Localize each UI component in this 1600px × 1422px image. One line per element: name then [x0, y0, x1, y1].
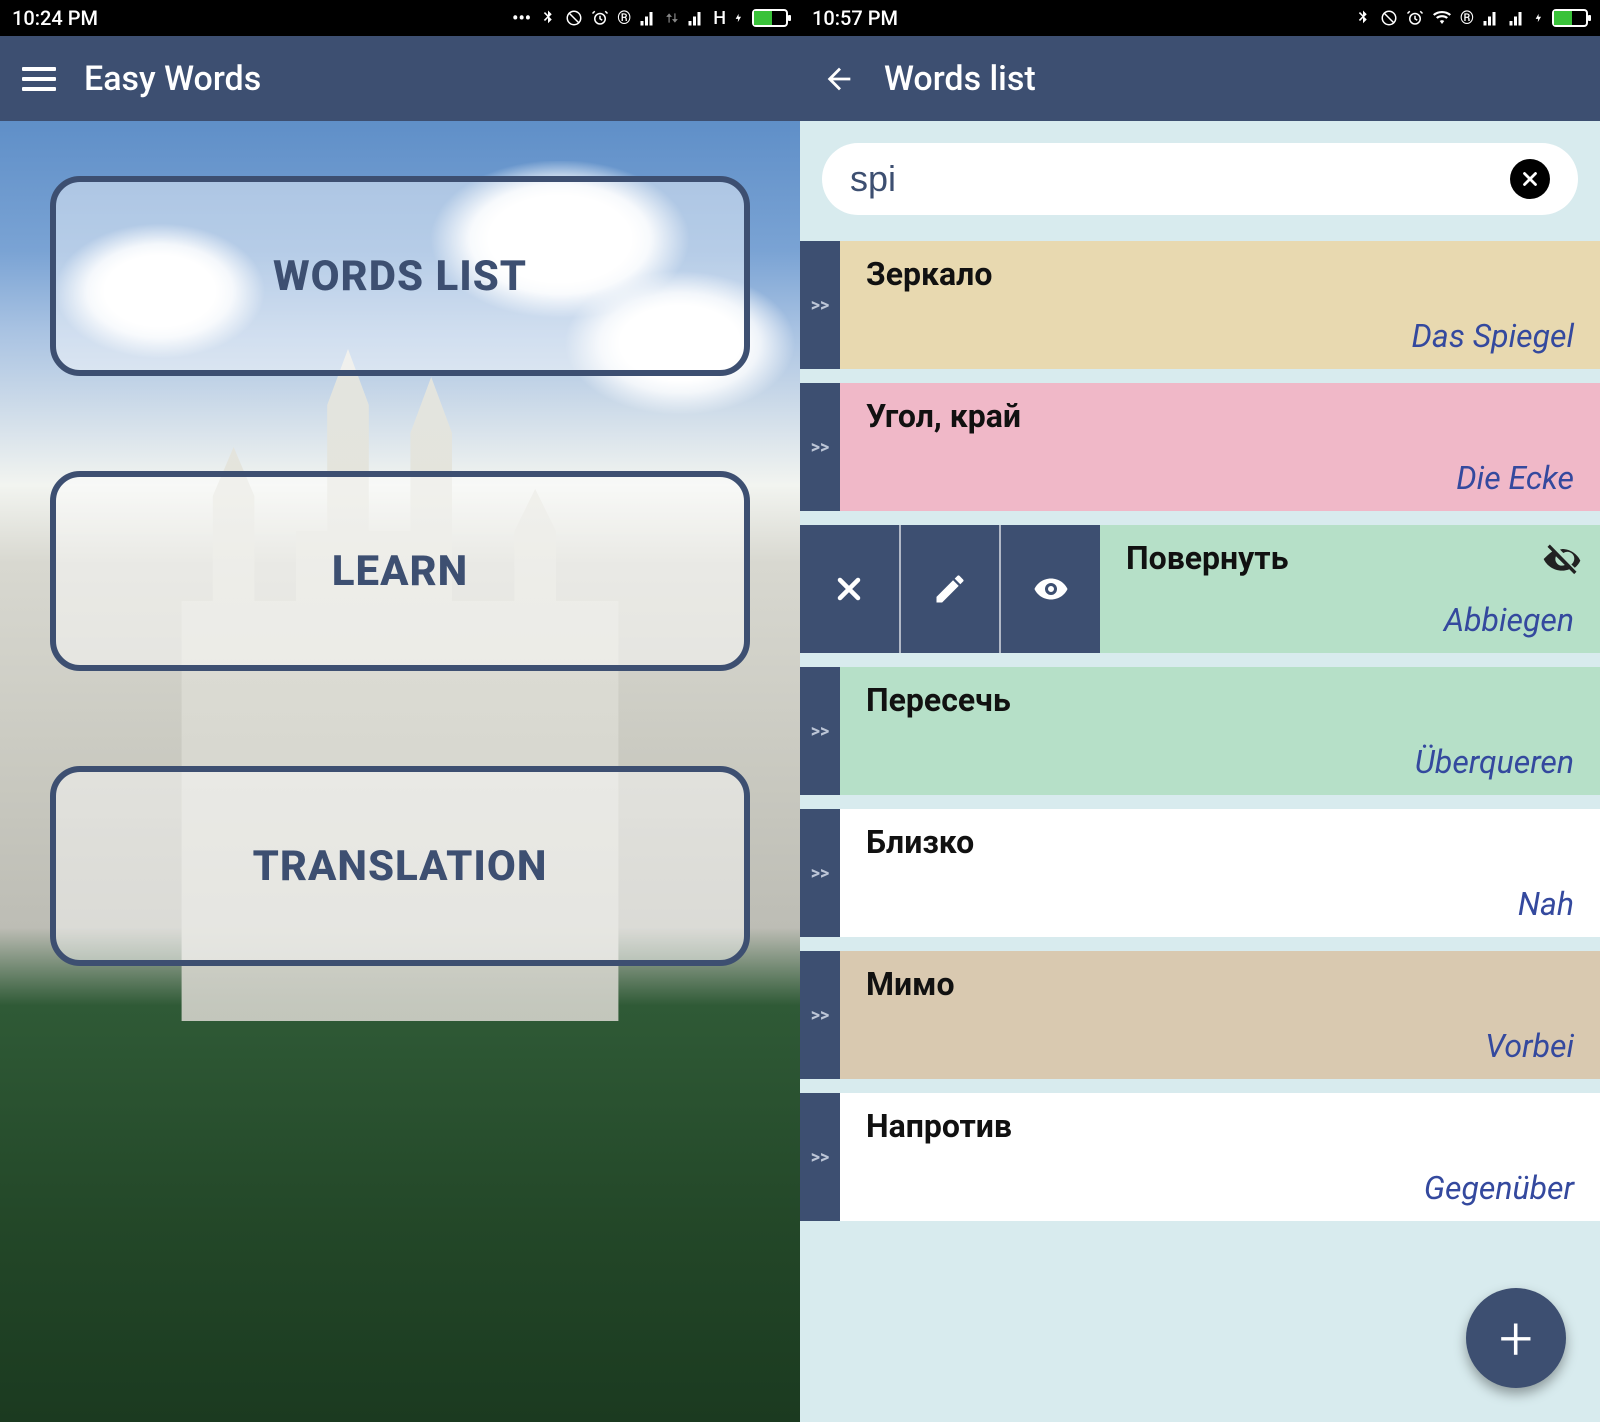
edit-button[interactable]	[901, 525, 1002, 653]
word-translation: Die Ecke	[866, 459, 1574, 497]
word-translation: Überqueren	[866, 743, 1574, 781]
data-icon	[665, 9, 679, 27]
screen-words-list: 10:57 PM ®	[800, 0, 1600, 1422]
word-row[interactable]: >> Напротив Gegenüber	[800, 1093, 1600, 1221]
status-bar: 10:57 PM ®	[800, 0, 1600, 36]
menu-icon[interactable]	[22, 62, 56, 96]
word-row[interactable]: >> Пересечь Überqueren	[800, 667, 1600, 795]
row-main[interactable]: Напротив Gegenüber	[840, 1093, 1600, 1221]
row-main[interactable]: Мимо Vorbei	[840, 951, 1600, 1079]
search-input[interactable]	[850, 158, 1496, 200]
alarm-icon	[1406, 9, 1424, 27]
app-title: Easy Words	[84, 59, 261, 99]
word-row[interactable]: >> Зеркало Das Spiegel	[800, 241, 1600, 369]
dnd-icon	[565, 9, 583, 27]
word-translation: Nah	[866, 885, 1574, 923]
word-row[interactable]: >> Мимо Vorbei	[800, 951, 1600, 1079]
status-icons: ••• ® H	[512, 8, 788, 29]
row-main[interactable]: Зеркало Das Spiegel	[840, 241, 1600, 369]
row-actions	[800, 525, 1100, 653]
word-row[interactable]: >> Близко Nah	[800, 809, 1600, 937]
wifi-icon	[1432, 9, 1452, 27]
charge-icon	[1534, 9, 1544, 27]
row-handle[interactable]: >>	[800, 383, 840, 511]
network-type: H	[713, 8, 726, 29]
registered-icon: ®	[617, 8, 631, 29]
visibility-button[interactable]	[1001, 525, 1100, 653]
bluetooth-icon	[1354, 9, 1372, 27]
word-source: Близко	[866, 823, 1574, 861]
status-time: 10:24 PM	[12, 6, 98, 30]
hidden-icon	[1542, 539, 1582, 583]
word-translation: Abbiegen	[1126, 601, 1574, 639]
word-source: Зеркало	[866, 255, 1574, 293]
page-title: Words list	[884, 59, 1036, 99]
word-source: Напротив	[866, 1107, 1574, 1145]
signal2-icon	[1508, 9, 1526, 27]
more-icon: •••	[512, 8, 531, 29]
word-source: Угол, край	[866, 397, 1574, 435]
row-handle[interactable]: >>	[800, 1093, 840, 1221]
word-source: Пересечь	[866, 681, 1574, 719]
status-time: 10:57 PM	[812, 6, 898, 30]
row-main[interactable]: Близко Nah	[840, 809, 1600, 937]
word-source: Мимо	[866, 965, 1574, 1003]
app-bar: Easy Words	[0, 36, 800, 121]
word-row[interactable]: >> Угол, край Die Ecke	[800, 383, 1600, 511]
words-list-button[interactable]: WORDS LIST	[50, 176, 750, 376]
screen-home: 10:24 PM ••• ® H	[0, 0, 800, 1422]
delete-button[interactable]	[800, 525, 901, 653]
row-main[interactable]: Повернуть Abbiegen	[1100, 525, 1600, 653]
app-bar: Words list	[800, 36, 1600, 121]
charge-icon	[734, 9, 744, 27]
home-body: WORDS LIST LEARN TRANSLATION	[0, 121, 800, 1422]
learn-button[interactable]: LEARN	[50, 471, 750, 671]
battery-icon	[1552, 9, 1588, 27]
row-handle[interactable]: >>	[800, 809, 840, 937]
row-main[interactable]: Пересечь Überqueren	[840, 667, 1600, 795]
word-translation: Vorbei	[866, 1027, 1574, 1065]
back-button[interactable]	[822, 62, 856, 96]
status-bar: 10:24 PM ••• ® H	[0, 0, 800, 36]
row-handle[interactable]: >>	[800, 667, 840, 795]
add-word-fab[interactable]: +	[1466, 1288, 1566, 1388]
word-list[interactable]: >> Зеркало Das Spiegel >> Угол, край Die Ecke…	[800, 241, 1600, 1422]
clear-search-button[interactable]	[1510, 159, 1550, 199]
signal2-icon	[687, 9, 705, 27]
word-row[interactable]: Повернуть Abbiegen	[800, 525, 1600, 653]
signal-icon	[1482, 9, 1500, 27]
registered-icon: ®	[1460, 8, 1474, 29]
status-icons: ®	[1354, 8, 1588, 29]
bluetooth-icon	[539, 9, 557, 27]
translation-button[interactable]: TRANSLATION	[50, 766, 750, 966]
search-pill	[822, 143, 1578, 215]
row-handle[interactable]: >>	[800, 241, 840, 369]
alarm-icon	[591, 9, 609, 27]
battery-icon	[752, 9, 788, 27]
word-translation: Das Spiegel	[866, 317, 1574, 355]
word-translation: Gegenüber	[866, 1169, 1574, 1207]
word-source: Повернуть	[1126, 539, 1574, 577]
row-handle[interactable]: >>	[800, 951, 840, 1079]
signal-icon	[639, 9, 657, 27]
row-main[interactable]: Угол, край Die Ecke	[840, 383, 1600, 511]
dnd-icon	[1380, 9, 1398, 27]
list-body: >> Зеркало Das Spiegel >> Угол, край Die Ecke…	[800, 121, 1600, 1422]
search-wrap	[800, 121, 1600, 241]
